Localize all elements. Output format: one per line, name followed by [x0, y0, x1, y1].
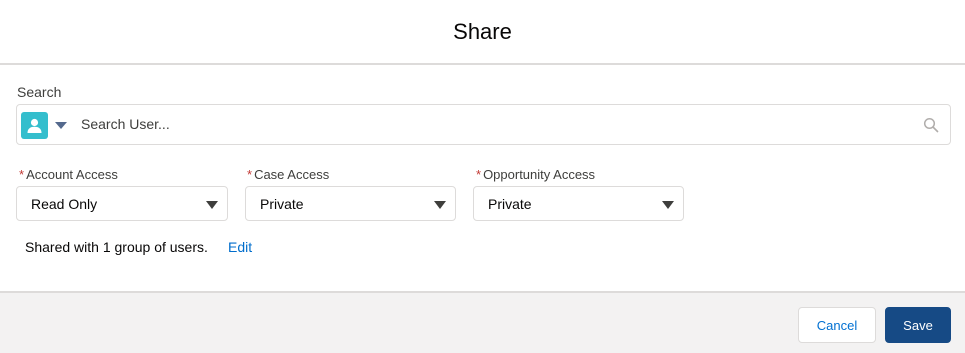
user-icon: [21, 111, 48, 139]
modal-body: Search Search User... * Account Access R…: [0, 65, 965, 291]
modal-header: Share: [0, 0, 965, 65]
cancel-button[interactable]: Cancel: [798, 307, 876, 343]
required-marker: *: [19, 167, 25, 182]
case-access-select[interactable]: Private: [245, 186, 456, 221]
case-access-label: * Case Access: [247, 167, 330, 182]
opportunity-access-label: * Opportunity Access: [476, 167, 596, 182]
chevron-down-icon: [206, 201, 218, 209]
chevron-down-icon: [434, 201, 446, 209]
required-marker: *: [247, 167, 253, 182]
opportunity-access-select[interactable]: Private: [473, 186, 684, 221]
account-access-label: * Account Access: [19, 167, 118, 182]
search-placeholder: Search User...: [81, 116, 170, 132]
required-marker: *: [476, 167, 482, 182]
account-access-value: Read Only: [31, 196, 98, 212]
entity-type-dropdown[interactable]: [21, 111, 69, 139]
share-modal: Share Search Search User... * Account Acc: [0, 0, 965, 353]
shared-with-text: Shared with 1 group of users.: [25, 239, 208, 255]
edit-link[interactable]: Edit: [228, 239, 252, 255]
search-icon: [923, 117, 939, 133]
modal-footer: Cancel Save: [0, 291, 965, 353]
chevron-down-icon: [662, 201, 674, 209]
modal-title: Share: [453, 18, 512, 44]
search-input[interactable]: Search User...: [16, 104, 951, 145]
chevron-down-icon: [55, 121, 67, 129]
account-access-select[interactable]: Read Only: [16, 186, 228, 221]
save-button[interactable]: Save: [885, 307, 951, 343]
search-label: Search: [17, 84, 62, 100]
case-access-value: Private: [260, 196, 304, 212]
opportunity-access-value: Private: [488, 196, 532, 212]
